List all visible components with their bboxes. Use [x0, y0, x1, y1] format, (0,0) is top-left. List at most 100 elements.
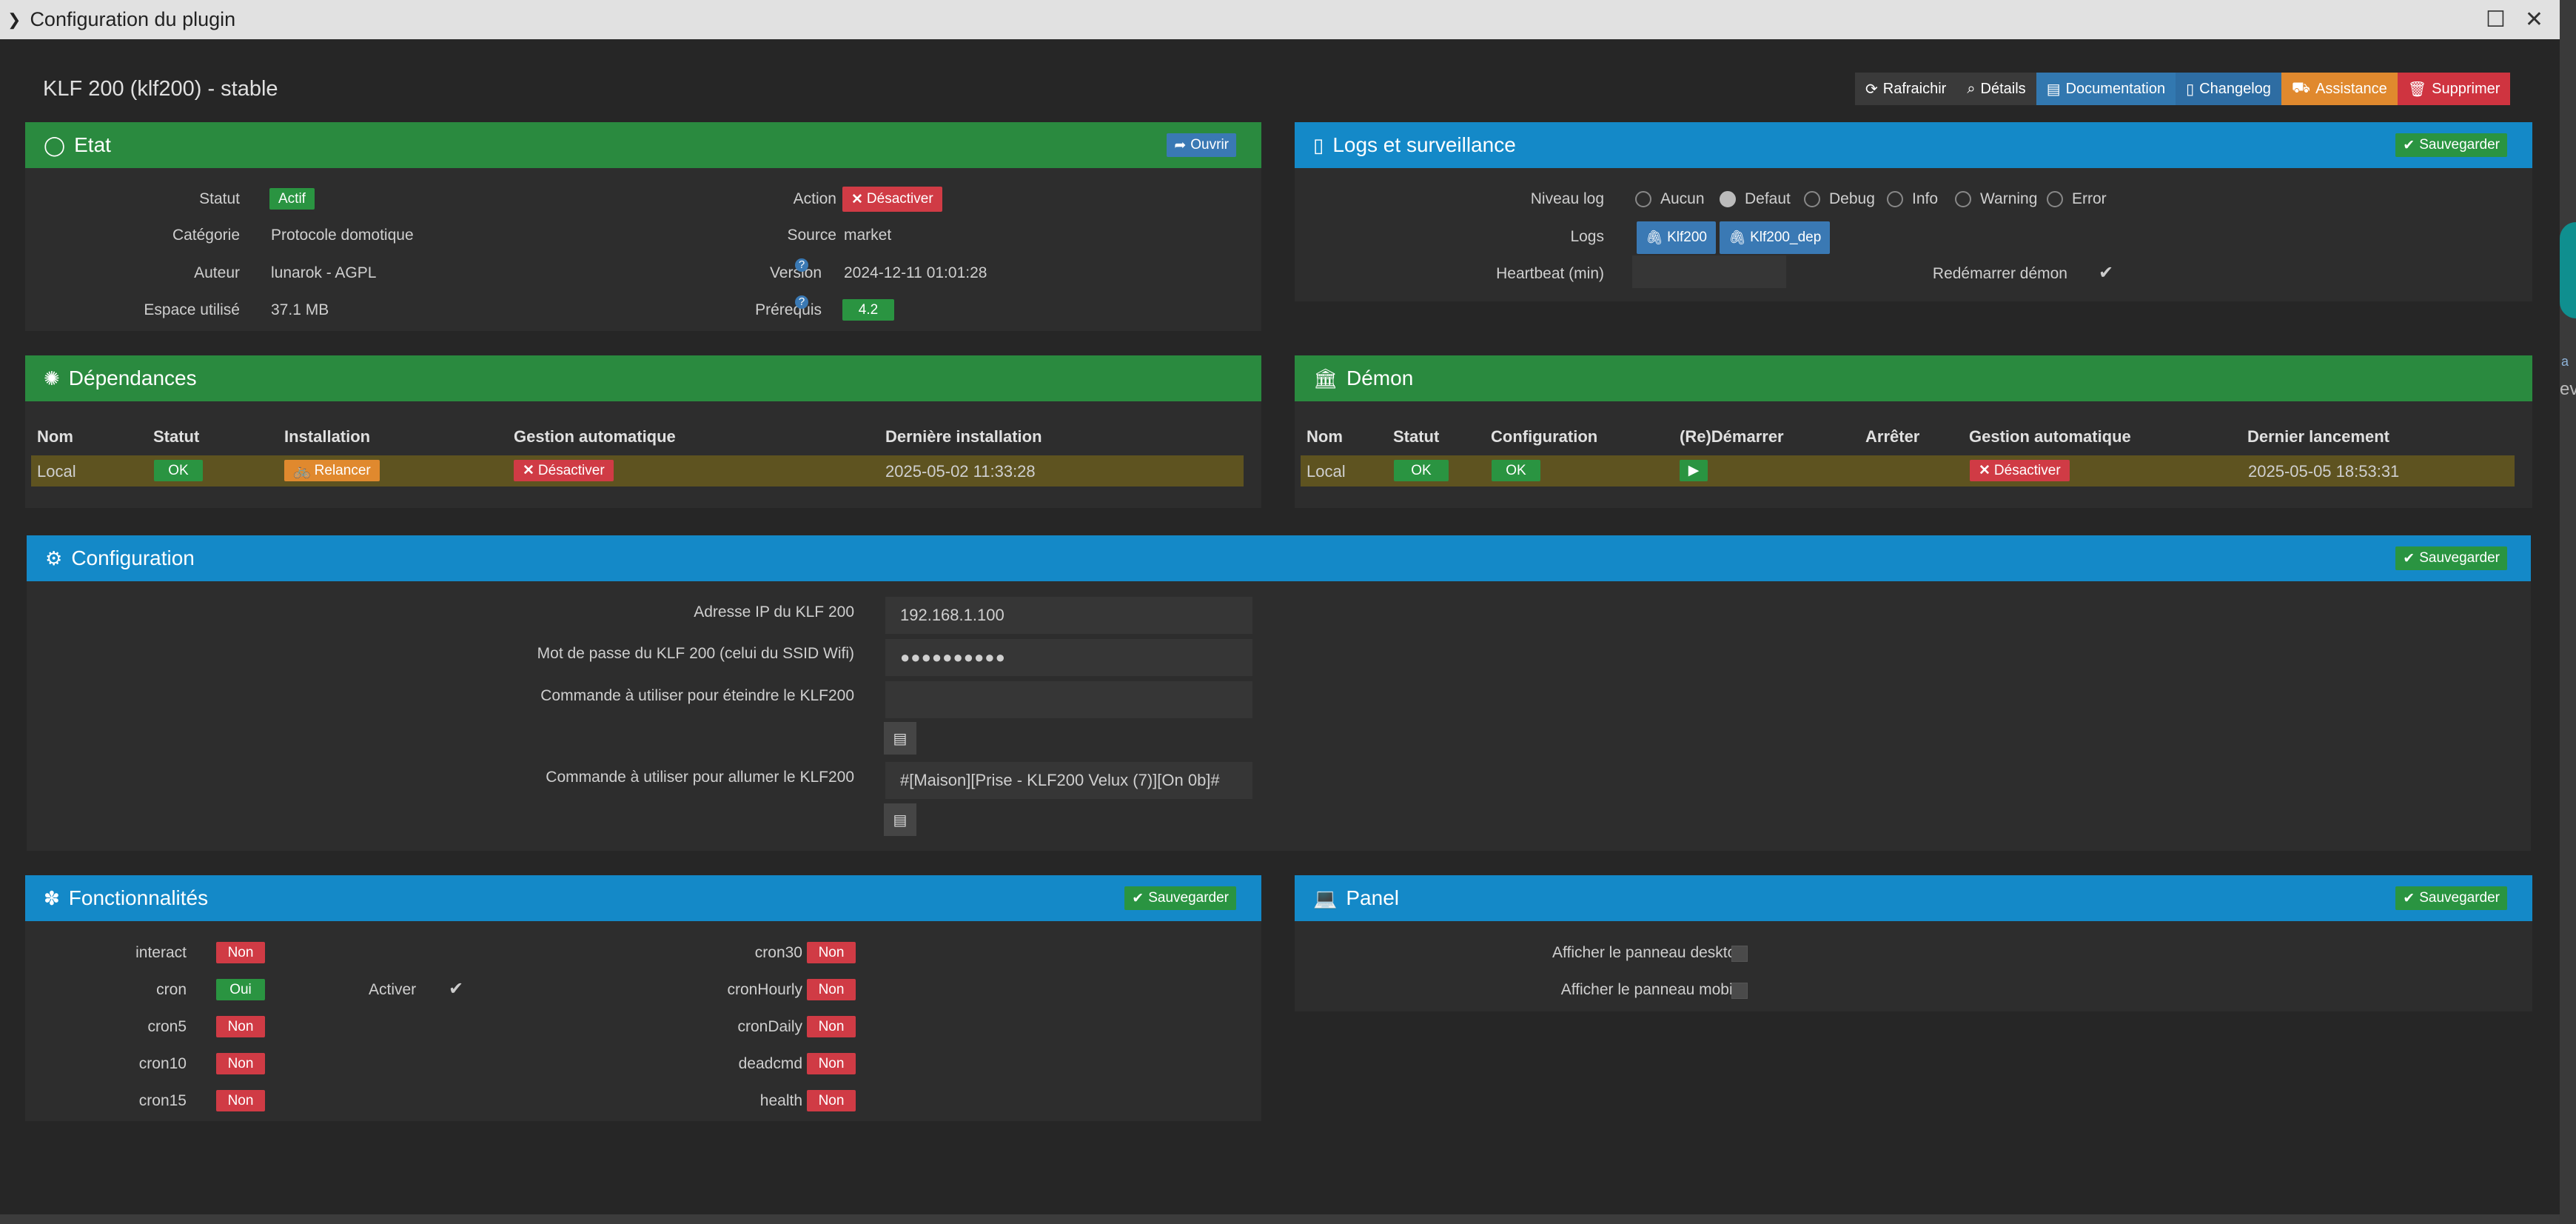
- log-klf200-dep-button[interactable]: 🖇 Klf200_dep: [1720, 221, 1831, 254]
- radio-error[interactable]: [2047, 191, 2063, 207]
- restart-checkbox[interactable]: ✔: [2099, 262, 2113, 284]
- check-circle-icon: ✔: [2403, 550, 2415, 566]
- feature-value-badge: Non: [216, 1016, 265, 1037]
- refresh-button[interactable]: ⟳ Rafraichir: [1855, 73, 1957, 105]
- ip-input[interactable]: 192.168.1.100: [885, 597, 1252, 634]
- panel-header: 💻 Panel ✔ Sauvegarder: [1295, 875, 2532, 921]
- check-circle-icon: ✔: [2403, 890, 2415, 906]
- dependances-title: Dépendances: [68, 367, 197, 389]
- close-icon: ✕: [851, 191, 863, 207]
- documentation-button[interactable]: ▤ Documentation: [2036, 73, 2176, 105]
- level-label: Warning: [1980, 190, 2038, 207]
- close-icon: ✕: [523, 463, 534, 478]
- column-header: Arrêter: [1865, 427, 1920, 446]
- espace-label: Espace utilisé: [144, 301, 240, 318]
- on-command-input[interactable]: #[Maison][Prise - KLF200 Velux (7)][On 0…: [885, 762, 1252, 799]
- log-klf200-button[interactable]: 🖇 Klf200: [1637, 221, 1716, 254]
- search-icon: ⌕: [1967, 80, 1976, 97]
- chevron-right-icon[interactable]: ❯: [7, 10, 21, 30]
- feature-value-badge: Non: [807, 1090, 856, 1111]
- panel-panel: 💻 Panel ✔ Sauvegarder Afficher le panneau…: [1295, 875, 2532, 1011]
- radio-info[interactable]: [1887, 191, 1903, 207]
- column-header: Statut: [1393, 427, 1440, 446]
- configuration-title: Configuration: [71, 546, 195, 569]
- column-header: Statut: [153, 427, 200, 446]
- column-header: Configuration: [1491, 427, 1598, 446]
- background-widget: [2560, 222, 2576, 318]
- deactivate-plugin-button[interactable]: ✕ Désactiver: [842, 187, 942, 212]
- statut-label: Statut: [199, 190, 240, 207]
- background-text: a: [2561, 354, 2569, 369]
- column-header: Gestion automatique: [514, 427, 676, 446]
- dep-statut-badge: OK: [154, 460, 203, 481]
- mobile-panel-label: Afficher le panneau mobile: [1560, 981, 1745, 998]
- relancer-button[interactable]: 🚲 Relancer: [284, 460, 380, 481]
- logs-label: Logs: [1570, 228, 1604, 245]
- configuration-panel: ⚙ Configuration ✔ Sauvegarder Adresse IP …: [27, 535, 2531, 851]
- list-alt-icon[interactable]: ▤: [884, 722, 916, 755]
- start-demon-button[interactable]: ▶: [1680, 460, 1708, 481]
- password-input[interactable]: ●●●●●●●●●●: [885, 639, 1252, 676]
- window-title: Configuration du plugin: [30, 8, 236, 30]
- bicycle-icon: 🚲: [293, 463, 311, 479]
- categorie-label: Catégorie: [172, 227, 240, 244]
- panel-save-button[interactable]: ✔ Sauvegarder: [2395, 886, 2507, 910]
- certificate-icon: ✺: [44, 367, 60, 389]
- check-circle-icon: ✔: [1132, 890, 1144, 906]
- feature-value-badge: Non: [807, 1053, 856, 1074]
- statut-badge: Actif: [269, 188, 315, 210]
- changelog-button[interactable]: ▯ Changelog: [2176, 73, 2281, 105]
- bottom-bar: [0, 1214, 2560, 1224]
- radio-warning[interactable]: [1955, 191, 1971, 207]
- assistance-button[interactable]: ⛟ Assistance: [2281, 73, 2398, 105]
- help-icon[interactable]: ?: [795, 295, 808, 309]
- heartbeat-input[interactable]: [1632, 255, 1786, 288]
- fonctionnalites-header: ✽ Fonctionnalités ✔ Sauvegarder: [25, 875, 1261, 921]
- activer-checkbox[interactable]: ✔: [449, 978, 463, 1000]
- column-header: Dernière installation: [885, 427, 1042, 446]
- fonctionnalites-panel: ✽ Fonctionnalités ✔ Sauvegarder interact …: [25, 875, 1261, 1121]
- book-icon: ▤: [2046, 81, 2061, 98]
- feature-name: cron: [156, 981, 187, 998]
- ip-label: Adresse IP du KLF 200: [694, 603, 854, 621]
- feature-value-badge: Oui: [216, 979, 265, 1000]
- help-icon[interactable]: ?: [795, 258, 808, 272]
- mobile-panel-checkbox[interactable]: [1731, 983, 1748, 999]
- fonct-save-button[interactable]: ✔ Sauvegarder: [1124, 886, 1236, 910]
- etat-header: ◯ Etat ➦ Ouvrir: [25, 122, 1261, 168]
- details-button[interactable]: ⌕ Détails: [1956, 73, 2036, 105]
- demon-deactivate-button[interactable]: ✕ Désactiver: [1970, 460, 2070, 481]
- off-command-input[interactable]: [885, 681, 1252, 718]
- action-label: Action: [793, 190, 836, 207]
- desktop-panel-label: Afficher le panneau desktop: [1552, 944, 1745, 961]
- logs-save-button[interactable]: ✔ Sauvegarder: [2395, 133, 2507, 157]
- off-command-label: Commande à utiliser pour éteindre le KLF…: [540, 687, 854, 704]
- delete-button[interactable]: 🗑 Supprimer: [2397, 73, 2511, 105]
- list-alt-icon[interactable]: ▤: [884, 803, 916, 836]
- prerequis-label: Prérequis: [755, 301, 822, 318]
- desktop-panel-checkbox[interactable]: [1731, 946, 1748, 962]
- dep-deactivate-button[interactable]: ✕ Désactiver: [514, 460, 614, 481]
- demon-nom: Local: [1307, 462, 1346, 481]
- open-button[interactable]: ➦ Ouvrir: [1167, 133, 1236, 157]
- radio-aucun[interactable]: [1635, 191, 1651, 207]
- cogs-icon: ⚙: [45, 546, 63, 569]
- panel-title: Panel: [1346, 886, 1399, 909]
- feature-name: cronHourly: [727, 981, 802, 998]
- level-label: Aucun: [1660, 190, 1705, 207]
- background-page-strip: a ev: [2560, 0, 2576, 1224]
- maximize-icon[interactable]: ☐: [2486, 7, 2506, 33]
- bank-icon: 🏛: [1313, 367, 1338, 389]
- config-save-button[interactable]: ✔ Sauvegarder: [2395, 546, 2507, 570]
- prerequis-badge: 4.2: [842, 299, 894, 321]
- demon-title: Démon: [1346, 367, 1414, 389]
- level-label: Defaut: [1745, 190, 1791, 207]
- demon-dernier: 2025-05-05 18:53:31: [2248, 462, 2400, 481]
- password-label: Mot de passe du KLF 200 (celui du SSID W…: [537, 645, 854, 662]
- logs-panel: ▯ Logs et surveillance ✔ Sauvegarder Nive…: [1295, 122, 2532, 301]
- radio-debug[interactable]: [1804, 191, 1820, 207]
- close-icon[interactable]: ✕: [2525, 7, 2543, 33]
- feature-value-badge: Non: [216, 942, 265, 963]
- radio-defaut[interactable]: [1720, 191, 1736, 207]
- file-icon: ▯: [1313, 133, 1324, 156]
